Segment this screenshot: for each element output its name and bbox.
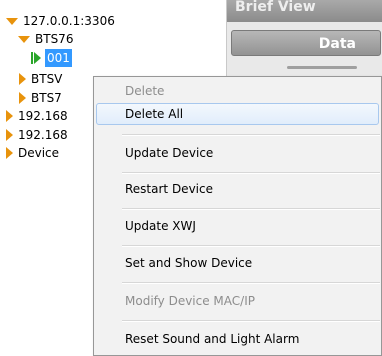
menu-separator	[122, 245, 380, 247]
menu-separator	[122, 134, 380, 136]
collapsed-triangle-icon[interactable]	[19, 73, 26, 85]
data-button[interactable]: Data	[231, 30, 381, 56]
menu-item-update-xwj[interactable]: Update XWJ	[94, 214, 382, 238]
tree-node-label: 001	[45, 49, 72, 67]
tree-node-btsv[interactable]: BTSV	[19, 70, 62, 88]
menu-separator	[122, 282, 380, 284]
menu-separator	[122, 208, 380, 210]
collapsed-triangle-icon[interactable]	[19, 92, 26, 104]
green-play-icon	[31, 52, 41, 64]
tree-node-label: 127.0.0.1:3306	[23, 14, 115, 28]
menu-separator	[122, 172, 380, 174]
menu-item-set-and-show-device[interactable]: Set and Show Device	[94, 251, 382, 275]
divider	[287, 66, 357, 69]
tree-node-bts7[interactable]: BTS7	[19, 89, 62, 107]
context-menu: Delete Delete All Update Device Restart …	[93, 76, 382, 356]
tree-node-label: Device	[18, 146, 60, 160]
menu-separator	[122, 320, 380, 322]
menu-item-delete-all[interactable]: Delete All	[96, 103, 379, 125]
menu-item-restart-device[interactable]: Restart Device	[94, 177, 382, 201]
tree-node-device[interactable]: Device	[6, 144, 59, 162]
collapsed-triangle-icon[interactable]	[6, 129, 13, 141]
tree-node-label: BTSV	[31, 72, 63, 86]
tree-node-label: BTS7	[31, 91, 62, 105]
brief-view-header: Brief View	[227, 0, 382, 22]
tree-node-192-a[interactable]: 192.168	[6, 107, 68, 125]
expanded-triangle-icon[interactable]	[6, 17, 18, 25]
tree-node-label: 192.168	[18, 128, 68, 142]
menu-item-modify-device-mac-ip[interactable]: Modify Device MAC/IP	[94, 289, 382, 313]
tree-node-bts76[interactable]: BTS76	[18, 30, 73, 48]
menu-item-reset-sound-and-light-alarm[interactable]: Reset Sound and Light Alarm	[94, 327, 382, 351]
tree-node-001[interactable]: 001	[31, 49, 72, 67]
expanded-triangle-icon[interactable]	[18, 35, 30, 43]
collapsed-triangle-icon[interactable]	[6, 147, 13, 159]
collapsed-triangle-icon[interactable]	[6, 110, 13, 122]
tree-node-label: 192.168	[18, 109, 68, 123]
tree-node-server[interactable]: 127.0.0.1:3306	[6, 12, 115, 30]
tree-node-label: BTS76	[35, 32, 74, 46]
menu-item-delete[interactable]: Delete	[94, 80, 382, 102]
menu-item-update-device[interactable]: Update Device	[94, 141, 382, 165]
tree-node-192-b[interactable]: 192.168	[6, 126, 68, 144]
